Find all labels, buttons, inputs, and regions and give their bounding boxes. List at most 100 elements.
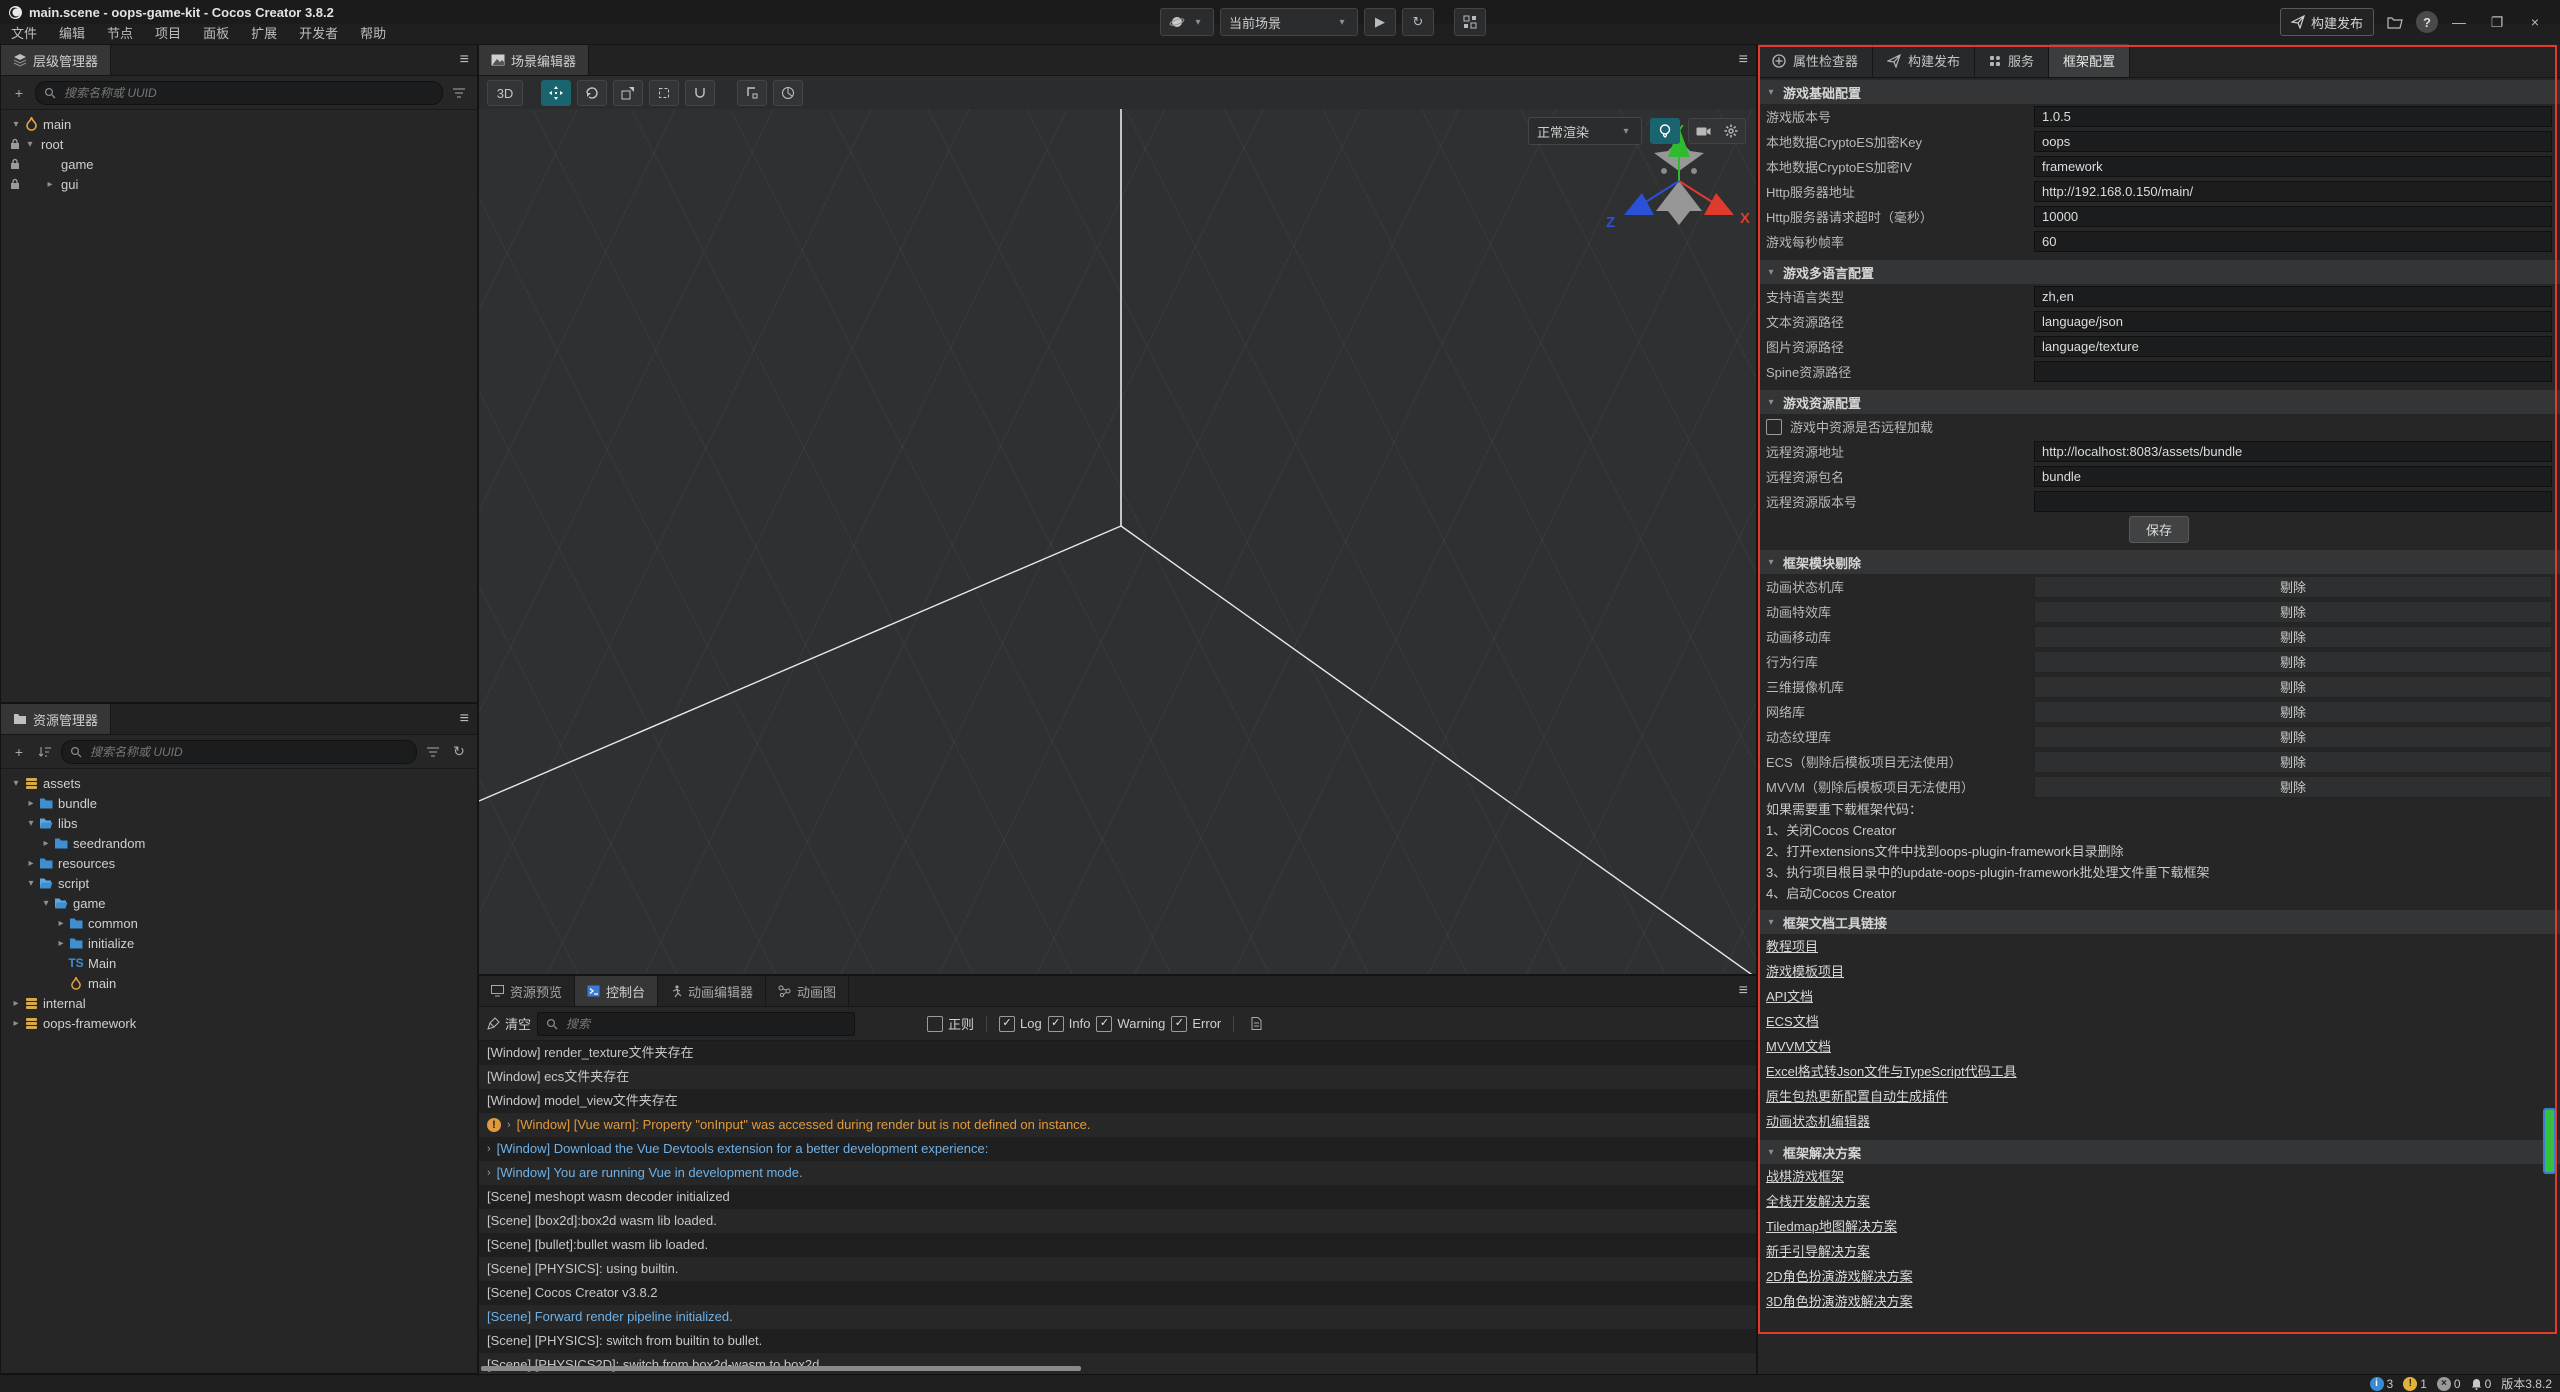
assets-search[interactable] <box>61 740 417 764</box>
tab-animation-editor[interactable]: 动画编辑器 <box>658 976 766 1006</box>
console-search[interactable] <box>537 1012 855 1036</box>
status-warning[interactable]: ! 1 <box>2403 1377 2427 1391</box>
play-button[interactable]: ▶ <box>1364 8 1396 36</box>
assets-search-input[interactable] <box>88 744 408 760</box>
log-file-icon[interactable] <box>1246 1014 1266 1034</box>
scale-tool-button[interactable] <box>613 80 643 106</box>
close-button[interactable]: × <box>2518 9 2552 35</box>
light-toggle-button[interactable] <box>1650 118 1680 144</box>
tab-console[interactable]: 控制台 <box>575 976 658 1006</box>
section-module-trim[interactable]: ▾ 框架模块剔除 <box>1758 550 2560 574</box>
menu-project[interactable]: 项目 <box>144 24 192 44</box>
link-tactics-framework[interactable]: 战棋游戏框架 <box>1766 1164 1844 1189</box>
maximize-button[interactable]: ❐ <box>2480 9 2514 35</box>
asset-row-seedrandom[interactable]: ▸ seedrandom <box>1 833 477 853</box>
hierarchy-menu-icon[interactable]: ≡ <box>460 45 469 75</box>
filter-error-checkbox[interactable]: ✓ Error <box>1171 1016 1221 1032</box>
asset-row-assets[interactable]: ▾ assets <box>1 773 477 793</box>
clear-console-button[interactable]: 清空 <box>487 1014 531 1033</box>
asset-row-common[interactable]: ▸ common <box>1 913 477 933</box>
help-button[interactable]: ? <box>2416 11 2438 33</box>
tree-row-game[interactable]: game <box>1 154 477 174</box>
asset-row-main-scene[interactable]: main <box>1 973 477 993</box>
reload-button[interactable]: ↻ <box>1402 8 1434 36</box>
link-api-doc[interactable]: API文档 <box>1766 984 1813 1009</box>
console-menu-icon[interactable]: ≡ <box>1739 976 1748 1006</box>
regex-checkbox[interactable]: 正则 <box>927 1014 974 1033</box>
console-log-row[interactable]: [Scene] [PHYSICS]: using builtin. <box>479 1257 1756 1281</box>
console-log-row[interactable]: [Window] model_view文件夹存在 <box>479 1089 1756 1113</box>
status-notifications[interactable]: 0 <box>2471 1377 2492 1391</box>
console-search-input[interactable] <box>564 1016 846 1032</box>
refresh-assets-button[interactable]: ↻ <box>449 742 469 762</box>
gear-icon[interactable] <box>1717 119 1745 143</box>
remote-bundle-name-input[interactable] <box>2034 466 2552 487</box>
http-server-input[interactable] <box>2034 181 2552 202</box>
link-anim-state-editor[interactable]: 动画状态机编辑器 <box>1766 1109 1870 1134</box>
tree-row-root[interactable]: ▾ root <box>1 134 477 154</box>
rect-tool-button[interactable] <box>649 80 679 106</box>
fps-input[interactable] <box>2034 231 2552 252</box>
filter-icon[interactable] <box>423 742 443 762</box>
tab-hierarchy[interactable]: 层级管理器 <box>1 45 111 75</box>
remove-module-button[interactable]: 剔除 <box>2034 701 2552 723</box>
asset-row-ts-main[interactable]: TS Main <box>1 953 477 973</box>
console-log-row[interactable]: › [Window] Download the Vue Devtools ext… <box>479 1137 1756 1161</box>
remove-module-button[interactable]: 剔除 <box>2034 651 2552 673</box>
mode-3d-button[interactable]: 3D <box>487 80 523 106</box>
console-log-row[interactable]: ! › [Window] [Vue warn]: Property "onInp… <box>479 1113 1756 1137</box>
inspector-scrollbar-thumb[interactable] <box>2543 1108 2556 1174</box>
rotate-tool-button[interactable] <box>577 80 607 106</box>
filter-info-checkbox[interactable]: ✓ Info <box>1048 1016 1091 1032</box>
console-log-row[interactable]: [Scene] Forward render pipeline initiali… <box>479 1305 1756 1329</box>
menu-edit[interactable]: 编辑 <box>48 24 96 44</box>
assets-menu-icon[interactable]: ≡ <box>460 704 469 734</box>
filter-warning-checkbox[interactable]: ✓ Warning <box>1096 1016 1165 1032</box>
tree-row-main[interactable]: ▾ main <box>1 114 477 134</box>
link-tutorial-project[interactable]: 教程项目 <box>1766 934 1818 959</box>
console-log-row[interactable]: › [Window] You are running Vue in develo… <box>479 1161 1756 1185</box>
asset-row-internal[interactable]: ▸ internal <box>1 993 477 1013</box>
build-publish-button[interactable]: 构建发布 <box>2280 8 2374 36</box>
console-horizontal-scrollbar[interactable] <box>481 1366 1081 1371</box>
section-language-config[interactable]: ▾ 游戏多语言配置 <box>1758 260 2560 284</box>
filter-log-checkbox[interactable]: ✓ Log <box>999 1016 1042 1032</box>
asset-row-initialize[interactable]: ▸ initialize <box>1 933 477 953</box>
menu-help[interactable]: 帮助 <box>349 24 397 44</box>
asset-row-bundle[interactable]: ▸ bundle <box>1 793 477 813</box>
menu-developer[interactable]: 开发者 <box>288 24 349 44</box>
link-mvvm-doc[interactable]: MVVM文档 <box>1766 1034 1831 1059</box>
asset-row-resources[interactable]: ▸ resources <box>1 853 477 873</box>
create-asset-button[interactable]: + <box>9 742 29 762</box>
sort-assets-icon[interactable] <box>35 742 55 762</box>
link-guide-solution[interactable]: 新手引导解决方案 <box>1766 1239 1870 1264</box>
image-res-path-input[interactable] <box>2034 336 2552 357</box>
remote-load-checkbox-row[interactable]: 游戏中资源是否远程加载 <box>1758 414 2560 439</box>
crypto-key-input[interactable] <box>2034 131 2552 152</box>
console-log-row[interactable]: [Scene] meshopt wasm decoder initialized <box>479 1185 1756 1209</box>
render-mode-select[interactable]: 正常渲染 ▾ <box>1528 117 1642 145</box>
menu-extension[interactable]: 扩展 <box>240 24 288 44</box>
link-2d-rpg-solution[interactable]: 2D角色扮演游戏解决方案 <box>1766 1264 1913 1289</box>
scene-viewport[interactable]: Y X Z 正常渲染 ▾ <box>479 109 1756 974</box>
remove-module-button[interactable]: 剔除 <box>2034 626 2552 648</box>
tab-framework-config[interactable]: 框架配置 <box>2049 44 2130 77</box>
tab-build-publish[interactable]: 构建发布 <box>1873 44 1975 77</box>
text-res-path-input[interactable] <box>2034 311 2552 332</box>
link-fullstack-solution[interactable]: 全栈开发解决方案 <box>1766 1189 1870 1214</box>
hierarchy-search[interactable] <box>35 81 443 105</box>
camera-button[interactable] <box>1689 119 1717 143</box>
orientation-tool-button[interactable] <box>773 80 803 106</box>
console-log-row[interactable]: [Scene] [PHYSICS]: switch from builtin t… <box>479 1329 1756 1353</box>
menu-file[interactable]: 文件 <box>0 24 48 44</box>
create-node-button[interactable]: + <box>9 83 29 103</box>
open-folder-button[interactable] <box>2378 9 2412 35</box>
scene-select[interactable]: 当前场景 ▾ <box>1220 8 1358 36</box>
tab-services[interactable]: 服务 <box>1975 44 2049 77</box>
link-3d-rpg-solution[interactable]: 3D角色扮演游戏解决方案 <box>1766 1289 1913 1314</box>
console-log-row[interactable]: [Scene] [box2d]:box2d wasm lib loaded. <box>479 1209 1756 1233</box>
tab-asset-preview[interactable]: 资源预览 <box>479 976 575 1006</box>
save-button[interactable]: 保存 <box>2129 516 2189 543</box>
crypto-iv-input[interactable] <box>2034 156 2552 177</box>
link-game-template[interactable]: 游戏模板项目 <box>1766 959 1844 984</box>
